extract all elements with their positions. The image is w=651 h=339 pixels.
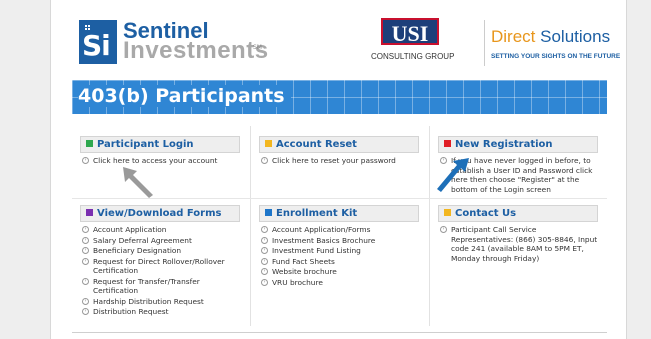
reset-password-text: Click here to reset your password <box>272 156 396 165</box>
form-link-text: Beneficiary Designation <box>93 246 182 255</box>
enrollment-kit-section: Enrollment Kit › Account Application/Form… <box>259 205 419 288</box>
enrollment-link-text: Fund Fact Sheets <box>272 256 335 266</box>
form-link-text: Distribution Request <box>93 307 169 316</box>
green-square-icon <box>86 140 93 147</box>
sentinel-logo-mark[interactable]: Si <box>79 20 117 64</box>
access-account-link[interactable]: › Click here to access your account <box>80 156 240 166</box>
contact-us-section: Contact Us › Participant Call Service Rep… <box>438 205 598 264</box>
contact-us-title: Contact Us <box>455 208 517 219</box>
direct-solutions-tagline: SETTING YOUR SIGHTS ON THE FUTURE <box>491 53 621 60</box>
participant-login-section: Participant Login › Click here to access … <box>80 136 240 167</box>
yellow-square-icon <box>265 140 272 147</box>
bullet-arrow-icon: › <box>82 257 89 265</box>
contact-us-header[interactable]: Contact Us <box>438 205 598 222</box>
enrollment-link[interactable]: › Fund Fact Sheets <box>259 257 419 267</box>
bullet-arrow-icon: › <box>261 226 268 233</box>
bullet-arrow-icon: › <box>82 277 89 285</box>
enrollment-kit-header[interactable]: Enrollment Kit <box>259 205 419 222</box>
register-text: If you have never logged in before, to e… <box>451 156 593 194</box>
view-forms-section: View/Download Forms › Account Application… <box>80 205 240 318</box>
form-link[interactable]: › Salary Deferral Agreement <box>80 236 240 246</box>
yellow-square-icon <box>444 209 451 216</box>
new-registration-title: New Registration <box>455 139 553 150</box>
form-link-text: Account Application <box>93 225 167 234</box>
brand-trademark: SM <box>253 44 262 51</box>
enrollment-kit-list: › Account Application/Forms › Investment B… <box>259 225 419 287</box>
bullet-arrow-icon: › <box>82 308 89 315</box>
account-reset-list: › Click here to reset your password <box>259 156 419 166</box>
bullet-arrow-icon: › <box>440 226 447 233</box>
logo-mark-text: Si <box>82 29 111 62</box>
bullet-arrow-icon: › <box>261 236 268 244</box>
ds-title-direct: Direct <box>491 27 536 46</box>
content-grid: Participant Login › Click here to access … <box>72 126 607 326</box>
usi-subtitle: CONSULTING GROUP <box>371 52 455 61</box>
purple-square-icon <box>86 209 93 216</box>
new-registration-header[interactable]: New Registration <box>438 136 598 153</box>
column-divider <box>250 126 251 326</box>
participant-login-header[interactable]: Participant Login <box>80 136 240 153</box>
blue-square-icon <box>265 209 272 216</box>
enrollment-link-text: VRU brochure <box>272 277 323 287</box>
form-link[interactable]: › Request for Transfer/Transfer Certifica… <box>80 277 240 296</box>
direct-solutions-logo: Direct Solutions <box>491 27 610 47</box>
form-link[interactable]: › Distribution Request <box>80 307 240 317</box>
bullet-arrow-icon: › <box>261 157 268 164</box>
bullet-arrow-icon: › <box>82 247 89 254</box>
bullet-arrow-icon: › <box>261 278 268 286</box>
bullet-arrow-icon: › <box>261 268 268 275</box>
enrollment-link[interactable]: › Investment Fund Listing <box>259 246 419 256</box>
form-link[interactable]: › Account Application <box>80 225 240 235</box>
enrollment-link-text: Investment Fund Listing <box>272 246 361 255</box>
ds-title-solutions: Solutions <box>540 27 611 46</box>
enrollment-kit-title: Enrollment Kit <box>276 208 358 219</box>
enrollment-link[interactable]: › Account Application/Forms <box>259 225 419 235</box>
account-reset-title: Account Reset <box>276 139 357 150</box>
column-divider <box>429 126 430 326</box>
participant-login-list: › Click here to access your account <box>80 156 240 166</box>
bullet-arrow-icon: › <box>82 236 89 244</box>
page-title: 403(b) Participants <box>78 85 291 107</box>
account-reset-section: Account Reset › Click here to reset your … <box>259 136 419 167</box>
bullet-arrow-icon: › <box>82 297 89 305</box>
enrollment-link-text: Account Application/Forms <box>272 225 371 234</box>
reset-password-link[interactable]: › Click here to reset your password <box>259 156 419 166</box>
enrollment-link-text: Investment Basics Brochure <box>272 235 376 245</box>
access-account-text: Click here to access your account <box>93 156 218 165</box>
form-link[interactable]: › Hardship Distribution Request <box>80 297 240 307</box>
bullet-arrow-icon: › <box>261 257 268 265</box>
red-square-icon <box>444 140 451 147</box>
form-link-text: Request for Direct Rollover/Rollover Cer… <box>93 256 225 276</box>
forms-list: › Account Application › Salary Deferral Ag… <box>80 225 240 317</box>
form-link-text: Request for Transfer/Transfer Certificat… <box>93 276 200 296</box>
participant-login-title: Participant Login <box>97 139 194 150</box>
account-reset-header[interactable]: Account Reset <box>259 136 419 153</box>
form-link[interactable]: › Request for Direct Rollover/Rollover Ce… <box>80 257 240 276</box>
bullet-arrow-icon: › <box>82 226 89 233</box>
enrollment-link[interactable]: › Investment Basics Brochure <box>259 236 419 246</box>
gray-arrow-icon <box>123 167 153 198</box>
page-banner: 403(b) Participants <box>72 80 607 114</box>
enrollment-link[interactable]: › VRU brochure <box>259 278 419 288</box>
brand-name-line2: Investments <box>123 37 269 64</box>
enrollment-link-text: Website brochure <box>272 267 337 276</box>
bullet-arrow-icon: › <box>261 247 268 254</box>
usi-logo[interactable]: USI <box>381 18 439 46</box>
footer-divider <box>72 332 607 333</box>
form-link-text: Salary Deferral Agreement <box>93 235 192 245</box>
bullet-arrow-icon: › <box>82 157 89 164</box>
form-link-text: Hardship Distribution Request <box>93 296 204 306</box>
view-forms-title: View/Download Forms <box>97 208 222 219</box>
form-link[interactable]: › Beneficiary Designation <box>80 246 240 256</box>
blue-arrow-icon <box>437 158 469 192</box>
contact-us-list: › Participant Call Service Representative… <box>438 225 598 263</box>
contact-info-text: Participant Call Service Representatives… <box>451 225 598 263</box>
page-container: Si Sentinel Investments SM USI CONSULTIN… <box>50 0 627 339</box>
view-forms-header[interactable]: View/Download Forms <box>80 205 240 222</box>
contact-info: › Participant Call Service Representative… <box>438 225 598 263</box>
logo-divider <box>484 20 485 66</box>
enrollment-link[interactable]: › Website brochure <box>259 267 419 277</box>
